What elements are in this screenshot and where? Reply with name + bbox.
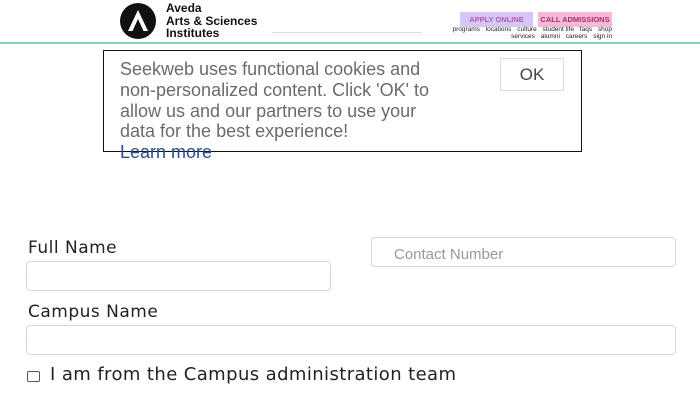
contact-number-placeholder: Contact Number bbox=[394, 246, 504, 263]
learn-more-link[interactable]: Learn more bbox=[120, 142, 440, 163]
logo-line-1: Aveda bbox=[166, 1, 202, 15]
nav-student-life[interactable]: student life bbox=[543, 26, 574, 33]
nav-careers[interactable]: careers bbox=[566, 33, 588, 40]
full-name-input[interactable] bbox=[26, 261, 331, 291]
logo-line-3: Institutes bbox=[166, 26, 220, 40]
full-name-label: Full Name bbox=[28, 238, 118, 258]
nav-shop[interactable]: shop bbox=[598, 26, 612, 33]
header-divider bbox=[272, 32, 422, 33]
nav-locations[interactable]: locations bbox=[486, 26, 512, 33]
aveda-logo-icon[interactable] bbox=[120, 3, 156, 39]
header-accent-line bbox=[0, 42, 700, 44]
nav-culture[interactable]: culture bbox=[517, 26, 537, 33]
campus-name-input[interactable] bbox=[26, 325, 676, 355]
logo-text[interactable]: Aveda Arts & Sciences Institutes bbox=[166, 2, 257, 40]
contact-number-input[interactable]: Contact Number bbox=[371, 237, 676, 267]
nav-alumni[interactable]: alumni bbox=[541, 33, 560, 40]
campus-name-label: Campus Name bbox=[28, 302, 159, 322]
nav-services[interactable]: services bbox=[511, 33, 535, 40]
cookie-ok-button[interactable]: OK bbox=[500, 58, 564, 91]
nav-row-primary: programs locations culture student life … bbox=[448, 26, 612, 33]
call-admissions-button[interactable]: CALL ADMISSIONS bbox=[538, 12, 612, 27]
nav-sign-in[interactable]: sign in bbox=[593, 33, 612, 40]
nav-row-secondary: services alumni careers sign in bbox=[507, 33, 612, 40]
admin-checkbox-label[interactable]: I am from the Campus administration team bbox=[50, 364, 456, 385]
nav-faqs[interactable]: faqs bbox=[580, 26, 592, 33]
cookie-message: Seekweb uses functional cookies and non-… bbox=[120, 59, 440, 163]
nav-programs[interactable]: programs bbox=[452, 26, 479, 33]
cookie-message-text: Seekweb uses functional cookies and non-… bbox=[120, 59, 430, 142]
apply-online-button[interactable]: APPLY ONLINE bbox=[460, 12, 533, 27]
admin-checkbox[interactable] bbox=[27, 371, 40, 382]
site-header: Aveda Arts & Sciences Institutes APPLY O… bbox=[0, 0, 700, 44]
